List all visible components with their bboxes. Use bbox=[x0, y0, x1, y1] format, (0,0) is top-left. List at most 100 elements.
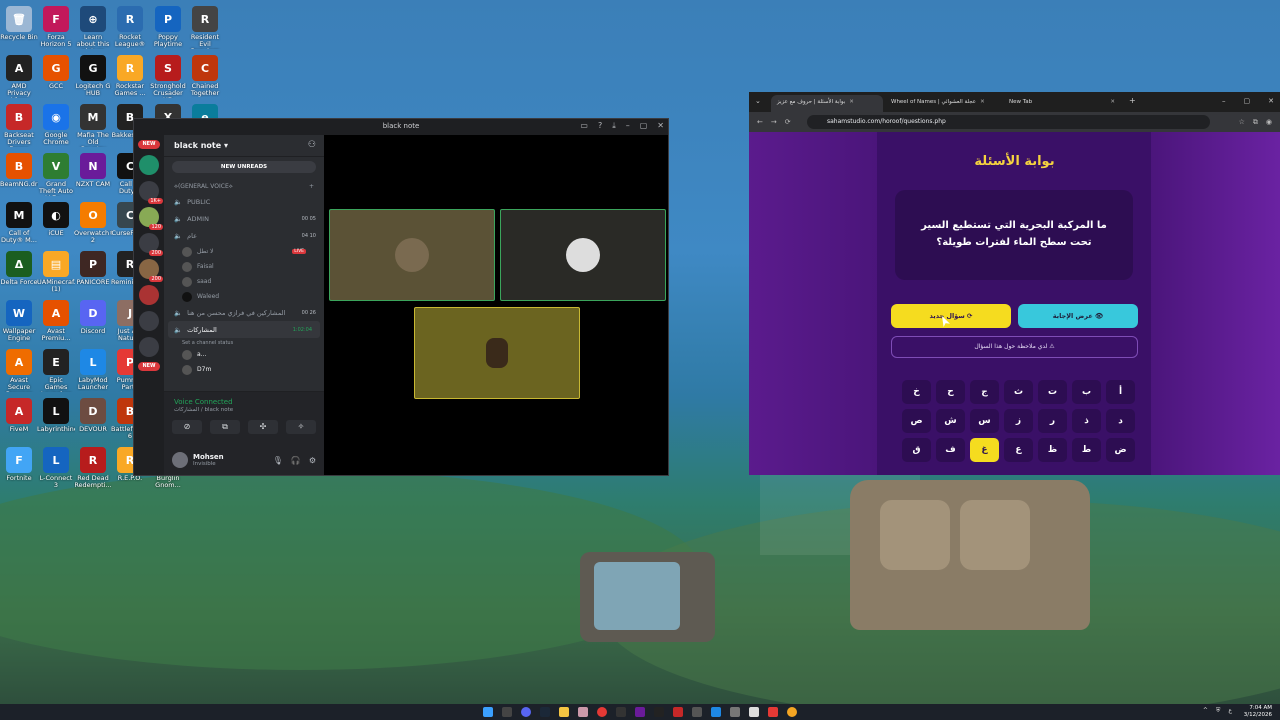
server-icon[interactable]: 200 bbox=[139, 259, 163, 282]
voice-user[interactable]: Faisal bbox=[164, 259, 324, 274]
desktop-icon[interactable]: ▤ UAMinecraf... (1) bbox=[37, 251, 75, 293]
voice-channel-participants-long[interactable]: 🔈 المشاركين في فرازي محسن من هنا 00 26 bbox=[164, 304, 324, 321]
discord-window[interactable]: black note ▭ ? ⤓ – ▢ ✕ NEW 1K+ 120 200 2… bbox=[133, 118, 669, 476]
desktop-icon[interactable]: W Wallpaper Engine bbox=[0, 300, 38, 342]
maximize-button[interactable]: ▢ bbox=[640, 121, 648, 131]
gear-icon[interactable]: ⚙ bbox=[309, 456, 316, 465]
server-icon[interactable] bbox=[139, 311, 159, 331]
desktop-icon[interactable]: R Resident Evil Requiem bbox=[186, 6, 224, 49]
desktop-icon[interactable]: 🗑 Recycle Bin bbox=[0, 6, 38, 41]
tab-wheel-of-names[interactable]: Wheel of Names | عجلة العشوائي ✕ bbox=[885, 95, 997, 112]
close-icon[interactable]: ✕ bbox=[1110, 99, 1115, 108]
desktop-icon[interactable]: R Red Dead Redempti... bbox=[74, 447, 112, 489]
desktop-icon[interactable]: N NZXT CAM bbox=[74, 153, 112, 188]
taskbar-app-icon[interactable] bbox=[730, 707, 740, 717]
letter-key[interactable]: ع bbox=[1004, 438, 1033, 462]
voice-channel-public[interactable]: 🔈 PUBLIC bbox=[164, 193, 324, 210]
clock[interactable]: 7:04 AM 3/12/2026 bbox=[1244, 705, 1272, 719]
avatar[interactable] bbox=[172, 452, 188, 468]
network-icon[interactable]: ⛨ bbox=[1216, 707, 1221, 715]
close-button[interactable]: ✕ bbox=[657, 121, 664, 131]
letter-key[interactable]: ج bbox=[970, 380, 999, 404]
server-name[interactable]: black note ▾ ⚇ bbox=[164, 135, 324, 157]
start-icon[interactable] bbox=[483, 707, 493, 717]
inbox-icon[interactable]: ▭ bbox=[580, 121, 588, 131]
nzxt-taskbar-icon[interactable] bbox=[635, 707, 645, 717]
letter-key[interactable]: ر bbox=[1038, 409, 1067, 433]
desktop-icon[interactable]: A FiveM bbox=[0, 398, 38, 433]
desktop-icon[interactable]: M Mafia The Old Country bbox=[74, 104, 112, 147]
letter-key[interactable]: ز bbox=[1004, 409, 1033, 433]
desktop-icon[interactable]: ◉ Google Chrome bbox=[37, 104, 75, 146]
add-member-icon[interactable]: ⚇ bbox=[308, 140, 316, 150]
desktop-icon[interactable]: V Grand Theft Auto V En... bbox=[37, 153, 75, 196]
help-icon[interactable]: ? bbox=[598, 121, 602, 131]
desktop-icon[interactable]: ⊕ Learn about this picture bbox=[74, 6, 112, 49]
voice-user[interactable]: Waleed bbox=[164, 289, 324, 304]
desktop-icon[interactable]: L LabyMod Launcher bbox=[74, 349, 112, 391]
show-answer-button[interactable]: عرض الإجابة 👁 bbox=[1018, 304, 1138, 328]
screen-share-icon[interactable]: ⧉ bbox=[210, 420, 240, 434]
server-icon[interactable] bbox=[139, 155, 159, 175]
taskbar-app-icon[interactable] bbox=[673, 707, 683, 717]
desktop-icon[interactable]: A AMD Privacy View bbox=[0, 55, 38, 98]
channel-status[interactable]: Set a channel status bbox=[164, 338, 324, 347]
taskbar-app-icon[interactable] bbox=[692, 707, 702, 717]
voice-member[interactable]: D7m bbox=[164, 362, 324, 377]
taskbar-app-icon[interactable] bbox=[711, 707, 721, 717]
desktop-icon[interactable]: R Rocket League® bbox=[111, 6, 149, 48]
letter-key[interactable]: خ bbox=[902, 380, 931, 404]
voice-user[interactable]: saad bbox=[164, 274, 324, 289]
desktop-icon[interactable]: A Avast Secure Browser bbox=[0, 349, 38, 392]
voice-channel-path[interactable]: المشاركات / black note bbox=[164, 406, 324, 414]
video-tile[interactable] bbox=[414, 307, 580, 399]
letter-key[interactable]: ش bbox=[936, 409, 965, 433]
profile-icon[interactable]: ◉ bbox=[1266, 118, 1272, 126]
tab-questions[interactable]: بوابة الأسئلة | حروف مع عزيز ✕ bbox=[771, 95, 883, 112]
extensions-icon[interactable]: ⧉ bbox=[1253, 118, 1258, 127]
voice-channel-active[interactable]: 🔈 المشاركات 1:02:04 bbox=[168, 321, 320, 338]
desktop-icon[interactable]: Δ Delta Force bbox=[0, 251, 38, 286]
maximize-button[interactable]: ▢ bbox=[1244, 97, 1251, 105]
voice-member[interactable]: a... bbox=[164, 347, 324, 362]
headphones-icon[interactable]: 🎧 bbox=[291, 456, 301, 465]
chrome-taskbar-icon[interactable] bbox=[597, 707, 607, 717]
desktop-icon[interactable]: G Logitech G HUB bbox=[74, 55, 112, 97]
desktop-icon[interactable]: L L-Connect 3 bbox=[37, 447, 75, 489]
letter-key[interactable]: ذ bbox=[1072, 409, 1101, 433]
tray-expand-icon[interactable]: ^ bbox=[1203, 707, 1208, 715]
desktop-icon[interactable]: D Discord bbox=[74, 300, 112, 335]
server-icon[interactable]: 200 bbox=[139, 233, 163, 256]
desktop-icon[interactable]: L Labyrinthine bbox=[37, 398, 75, 433]
video-tile[interactable] bbox=[329, 209, 495, 301]
steam-taskbar-icon[interactable] bbox=[540, 707, 550, 717]
desktop-icon[interactable]: B BeamNG.dri... bbox=[0, 153, 38, 188]
soundboard-icon[interactable]: ✧ bbox=[286, 420, 316, 434]
taskbar-app-icon[interactable] bbox=[768, 707, 778, 717]
letter-key[interactable]: غ bbox=[970, 438, 999, 462]
download-icon[interactable]: ⤓ bbox=[612, 121, 616, 131]
desktop-icon[interactable]: M Call of Duty® M... bbox=[0, 202, 38, 244]
letter-key[interactable]: ض bbox=[1106, 438, 1135, 462]
desktop-icon[interactable]: ◐ iCUE bbox=[37, 202, 75, 237]
letter-key[interactable]: س bbox=[970, 409, 999, 433]
discord-titlebar[interactable]: black note ▭ ? ⤓ – ▢ ✕ bbox=[134, 119, 668, 135]
reload-icon[interactable]: ⟳ bbox=[785, 118, 791, 126]
close-icon[interactable]: ✕ bbox=[980, 99, 985, 108]
letter-key[interactable]: ث bbox=[1004, 380, 1033, 404]
camera-off-icon[interactable]: ⊘ bbox=[172, 420, 202, 434]
taskbar-app-icon[interactable] bbox=[654, 707, 664, 717]
letter-key[interactable]: ت bbox=[1038, 380, 1067, 404]
report-note-button[interactable]: لدي ملاحظة حول هذا السؤال ⚠ bbox=[891, 336, 1138, 358]
new-tab-button[interactable]: + bbox=[1129, 96, 1136, 105]
new-unreads-button[interactable]: NEW UNREADS bbox=[172, 161, 316, 173]
desktop-icon[interactable]: R Rockstar Games ... bbox=[111, 55, 149, 97]
tab-search-icon[interactable]: ⌄ bbox=[755, 97, 761, 105]
letter-key[interactable]: ح bbox=[936, 380, 965, 404]
letter-key[interactable]: ق bbox=[902, 438, 931, 462]
desktop-icon[interactable]: F Forza Horizon 5 bbox=[37, 6, 75, 48]
bookmark-star-icon[interactable]: ☆ bbox=[1239, 118, 1245, 126]
desktop-icon[interactable]: A Avast Premiu... bbox=[37, 300, 75, 342]
minimize-button[interactable]: – bbox=[626, 121, 630, 131]
voice-user[interactable]: لا تطل LIVE bbox=[164, 244, 324, 259]
